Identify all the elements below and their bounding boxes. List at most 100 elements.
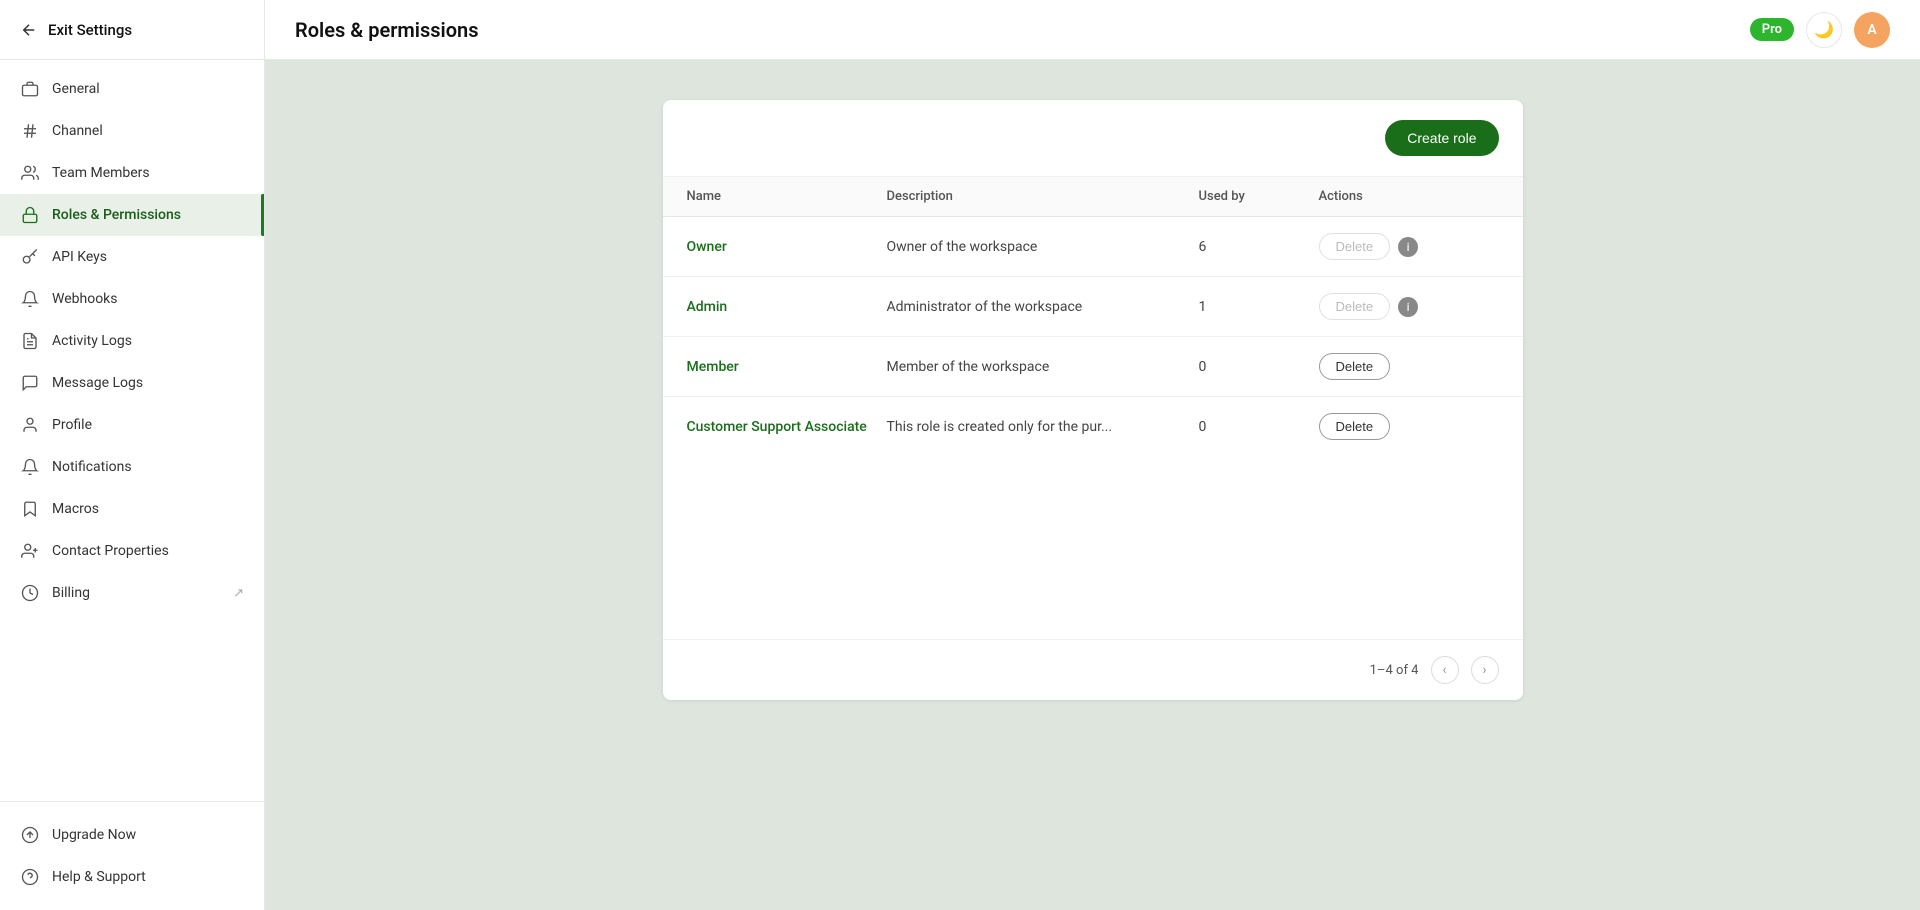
lock-icon: [20, 205, 40, 225]
sidebar-item-contact-properties[interactable]: Contact Properties: [0, 530, 264, 572]
role-desc-member: Member of the workspace: [887, 359, 1199, 375]
back-button[interactable]: [20, 21, 38, 39]
role-desc-admin: Administrator of the workspace: [887, 299, 1199, 315]
card-spacer: [663, 548, 1523, 640]
table-row: Owner Owner of the workspace 6 Delete i: [663, 217, 1523, 277]
sidebar-item-channel[interactable]: Channel: [0, 110, 264, 152]
sidebar-item-label-api-keys: API Keys: [52, 249, 107, 265]
sidebar-item-label-roles-permissions: Roles & Permissions: [52, 207, 181, 223]
delete-button-csa[interactable]: Delete: [1319, 413, 1391, 440]
briefcase-icon: [20, 79, 40, 99]
info-icon-admin[interactable]: i: [1398, 297, 1418, 317]
sidebar-item-label-billing: Billing: [52, 585, 90, 601]
actions-owner: Delete i: [1319, 233, 1499, 260]
used-by-member: 0: [1199, 359, 1319, 375]
role-name-csa[interactable]: Customer Support Associate: [687, 419, 887, 435]
contact-properties-icon: [20, 541, 40, 561]
hash-icon: [20, 121, 40, 141]
used-by-owner: 6: [1199, 239, 1319, 255]
avatar[interactable]: A: [1854, 12, 1890, 48]
sidebar-item-label-help-support: Help & Support: [52, 869, 146, 885]
activity-logs-icon: [20, 331, 40, 351]
roles-table: Name Description Used by Actions Owner O…: [663, 177, 1523, 548]
pagination-prev-button[interactable]: ‹: [1431, 656, 1459, 684]
card-header: Create role: [663, 100, 1523, 177]
exit-settings-label: Exit Settings: [48, 21, 132, 39]
sidebar-item-api-keys[interactable]: API Keys: [0, 236, 264, 278]
sidebar-item-webhooks[interactable]: Webhooks: [0, 278, 264, 320]
sidebar: Exit Settings General Channel: [0, 0, 265, 910]
profile-icon: [20, 415, 40, 435]
delete-button-member[interactable]: Delete: [1319, 353, 1391, 380]
info-icon-owner[interactable]: i: [1398, 237, 1418, 257]
create-role-button[interactable]: Create role: [1385, 120, 1498, 156]
sidebar-item-label-webhooks: Webhooks: [52, 291, 118, 307]
used-by-csa: 0: [1199, 419, 1319, 435]
sidebar-item-label-activity-logs: Activity Logs: [52, 333, 132, 349]
sidebar-item-help-support[interactable]: Help & Support: [0, 856, 264, 898]
main-header: Roles & permissions Pro 🌙 A: [265, 0, 1920, 60]
pro-badge: Pro: [1750, 18, 1794, 41]
upgrade-icon: [20, 825, 40, 845]
pagination-info: 1–4 of 4: [1370, 663, 1419, 678]
card-footer: 1–4 of 4 ‹ ›: [663, 639, 1523, 700]
column-used-by: Used by: [1199, 189, 1319, 204]
sidebar-item-notifications[interactable]: Notifications: [0, 446, 264, 488]
sidebar-item-billing[interactable]: Billing ↗: [0, 572, 264, 614]
external-link-icon: ↗: [233, 586, 244, 601]
sidebar-item-label-notifications: Notifications: [52, 459, 132, 475]
sidebar-item-label-contact-properties: Contact Properties: [52, 543, 169, 559]
dark-mode-button[interactable]: 🌙: [1806, 12, 1842, 48]
actions-member: Delete: [1319, 353, 1499, 380]
content-area: Create role Name Description Used by Act…: [265, 60, 1920, 910]
column-actions: Actions: [1319, 189, 1499, 204]
sidebar-item-activity-logs[interactable]: Activity Logs: [0, 320, 264, 362]
sidebar-item-profile[interactable]: Profile: [0, 404, 264, 446]
sidebar-header: Exit Settings: [0, 0, 264, 60]
help-icon: [20, 867, 40, 887]
sidebar-item-team-members[interactable]: Team Members: [0, 152, 264, 194]
role-name-owner[interactable]: Owner: [687, 239, 887, 255]
macros-icon: [20, 499, 40, 519]
actions-admin: Delete i: [1319, 293, 1499, 320]
main-content: Roles & permissions Pro 🌙 A Create role …: [265, 0, 1920, 910]
used-by-admin: 1: [1199, 299, 1319, 315]
column-name: Name: [687, 189, 887, 204]
role-desc-owner: Owner of the workspace: [887, 239, 1199, 255]
sidebar-item-general[interactable]: General: [0, 68, 264, 110]
notifications-icon: [20, 457, 40, 477]
sidebar-nav: General Channel Team Members: [0, 60, 264, 801]
pagination-next-button[interactable]: ›: [1471, 656, 1499, 684]
sidebar-item-label-macros: Macros: [52, 501, 99, 517]
delete-button-admin[interactable]: Delete: [1319, 293, 1391, 320]
role-desc-csa: This role is created only for the pur...: [887, 419, 1199, 435]
billing-icon: [20, 583, 40, 603]
role-name-admin[interactable]: Admin: [687, 299, 887, 315]
header-actions: Pro 🌙 A: [1750, 12, 1890, 48]
sidebar-footer: Upgrade Now Help & Support: [0, 801, 264, 910]
sidebar-item-macros[interactable]: Macros: [0, 488, 264, 530]
sidebar-item-label-team-members: Team Members: [52, 165, 150, 181]
table-row: Customer Support Associate This role is …: [663, 397, 1523, 456]
api-keys-icon: [20, 247, 40, 267]
delete-button-owner[interactable]: Delete: [1319, 233, 1391, 260]
sidebar-item-label-profile: Profile: [52, 417, 92, 433]
users-icon: [20, 163, 40, 183]
table-row: Member Member of the workspace 0 Delete: [663, 337, 1523, 397]
column-description: Description: [887, 189, 1199, 204]
table-header: Name Description Used by Actions: [663, 177, 1523, 217]
webhook-icon: [20, 289, 40, 309]
actions-csa: Delete: [1319, 413, 1499, 440]
sidebar-item-label-upgrade-now: Upgrade Now: [52, 827, 136, 843]
sidebar-item-upgrade-now[interactable]: Upgrade Now: [0, 814, 264, 856]
sidebar-item-roles-permissions[interactable]: Roles & Permissions: [0, 194, 264, 236]
sidebar-item-label-message-logs: Message Logs: [52, 375, 143, 391]
table-row: Admin Administrator of the workspace 1 D…: [663, 277, 1523, 337]
role-name-member[interactable]: Member: [687, 359, 887, 375]
sidebar-item-label-channel: Channel: [52, 123, 103, 139]
sidebar-item-label-general: General: [52, 81, 100, 97]
page-title: Roles & permissions: [295, 18, 479, 42]
message-logs-icon: [20, 373, 40, 393]
roles-card: Create role Name Description Used by Act…: [663, 100, 1523, 700]
sidebar-item-message-logs[interactable]: Message Logs: [0, 362, 264, 404]
